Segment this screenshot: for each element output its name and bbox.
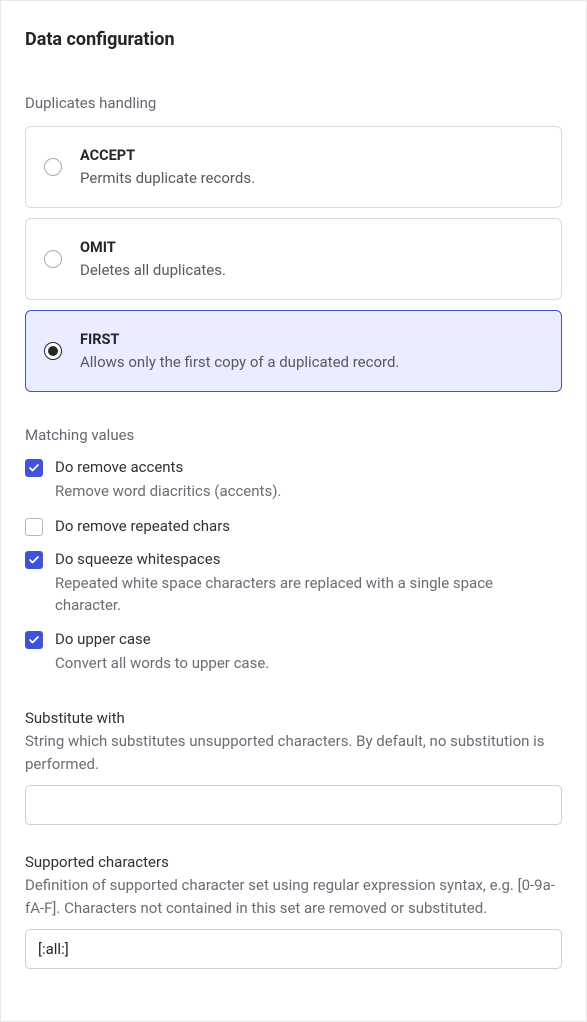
supported-characters-desc: Definition of supported character set us… [25, 874, 562, 919]
page-title: Data configuration [25, 29, 562, 50]
supported-characters-input[interactable] [25, 929, 562, 969]
radio-desc: Allows only the first copy of a duplicat… [80, 353, 399, 371]
matching-values-checkbox-group: Do remove accents Remove word diacritics… [25, 458, 562, 675]
duplicates-handling-radio-group: ACCEPT Permits duplicate records. OMIT D… [25, 126, 562, 392]
radio-icon [44, 158, 62, 176]
radio-card-first[interactable]: FIRST Allows only the first copy of a du… [25, 310, 562, 392]
radio-icon [44, 250, 62, 268]
checkbox-row-remove-repeated: Do remove repeated chars [25, 517, 562, 536]
checkbox-label[interactable]: Do upper case [55, 630, 269, 648]
radio-title: FIRST [80, 331, 399, 348]
checkbox-row-squeeze-whitespaces: Do squeeze whitespaces Repeated white sp… [25, 550, 562, 617]
checkbox-texts: Do squeeze whitespaces Repeated white sp… [55, 550, 562, 617]
substitute-with-field-block: Substitute with String which substitutes… [25, 709, 562, 825]
check-icon [28, 462, 40, 474]
checkbox-texts: Do upper case Convert all words to upper… [55, 630, 269, 675]
supported-characters-field-block: Supported characters Definition of suppo… [25, 853, 562, 969]
radio-icon [44, 342, 62, 360]
check-icon [28, 634, 40, 646]
radio-texts: FIRST Allows only the first copy of a du… [80, 331, 399, 371]
checkbox-desc: Repeated white space characters are repl… [55, 573, 562, 617]
matching-values-label: Matching values [25, 426, 562, 444]
radio-desc: Permits duplicate records. [80, 169, 255, 187]
checkbox-desc: Convert all words to upper case. [55, 653, 269, 675]
checkbox-label[interactable]: Do remove repeated chars [55, 517, 230, 535]
checkbox-label[interactable]: Do squeeze whitespaces [55, 550, 562, 568]
duplicates-handling-label: Duplicates handling [25, 94, 562, 112]
radio-title: ACCEPT [80, 147, 255, 164]
checkbox-remove-accents[interactable] [25, 459, 43, 477]
supported-characters-label: Supported characters [25, 853, 562, 871]
checkbox-desc: Remove word diacritics (accents). [55, 481, 281, 503]
checkbox-row-upper-case: Do upper case Convert all words to upper… [25, 630, 562, 675]
radio-texts: ACCEPT Permits duplicate records. [80, 147, 255, 187]
checkbox-texts: Do remove repeated chars [55, 517, 230, 535]
radio-title: OMIT [80, 239, 226, 256]
checkbox-label[interactable]: Do remove accents [55, 458, 281, 476]
radio-card-omit[interactable]: OMIT Deletes all duplicates. [25, 218, 562, 300]
substitute-with-desc: String which substitutes unsupported cha… [25, 730, 562, 775]
checkbox-row-remove-accents: Do remove accents Remove word diacritics… [25, 458, 562, 503]
checkbox-remove-repeated[interactable] [25, 518, 43, 536]
checkbox-upper-case[interactable] [25, 631, 43, 649]
substitute-with-input[interactable] [25, 785, 562, 825]
check-icon [28, 554, 40, 566]
substitute-with-label: Substitute with [25, 709, 562, 727]
checkbox-texts: Do remove accents Remove word diacritics… [55, 458, 281, 503]
radio-desc: Deletes all duplicates. [80, 261, 226, 279]
radio-texts: OMIT Deletes all duplicates. [80, 239, 226, 279]
checkbox-squeeze-whitespaces[interactable] [25, 551, 43, 569]
radio-card-accept[interactable]: ACCEPT Permits duplicate records. [25, 126, 562, 208]
